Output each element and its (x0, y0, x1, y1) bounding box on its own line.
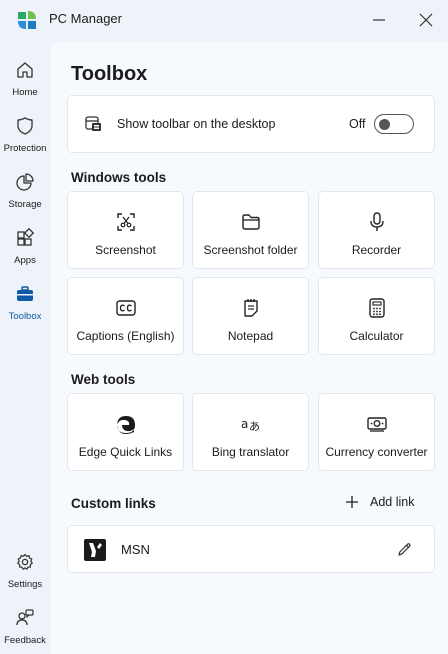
tool-notepad[interactable]: Notepad (192, 277, 309, 355)
tile-label: Calculator (349, 329, 404, 343)
tool-screenshot-folder[interactable]: Screenshot folder (192, 191, 309, 269)
sidebar-item-storage[interactable]: Storage (0, 172, 50, 228)
svg-text:あ: あ (249, 420, 260, 433)
web-tools-heading: Web tools (71, 372, 136, 387)
sidebar-item-settings[interactable]: Settings (0, 552, 50, 608)
add-link-button[interactable]: Add link (345, 495, 414, 509)
translator-icon: a あ (241, 417, 260, 433)
sidebar-item-label: Feedback (4, 635, 46, 646)
sidebar-item-label: Storage (8, 199, 42, 210)
desktop-toolbar-icon (85, 116, 101, 131)
custom-link-msn[interactable]: MSN (67, 525, 435, 573)
tool-currency-converter[interactable]: Currency converter (318, 393, 435, 471)
sidebar-item-label: Toolbox (8, 311, 42, 322)
windows-tools-heading: Windows tools (71, 170, 167, 185)
tile-label: Screenshot folder (203, 243, 298, 257)
home-icon (17, 62, 33, 78)
apps-grid-icon (17, 228, 35, 246)
tile-label: Recorder (351, 243, 402, 257)
custom-links-heading: Custom links (71, 496, 156, 511)
calculator-icon (368, 298, 385, 318)
sidebar: Home Protection Storage Apps Toolbox Set… (0, 40, 50, 654)
minimize-button[interactable] (367, 8, 391, 32)
show-toolbar-toggle[interactable] (374, 114, 414, 134)
tool-recorder[interactable]: Recorder (318, 191, 435, 269)
msn-logo (84, 539, 106, 561)
tile-label: Captions (English) (76, 329, 175, 343)
close-button[interactable] (414, 8, 438, 32)
main-panel: Toolbox Show toolbar on the desktop Off … (50, 42, 448, 654)
shield-icon (17, 117, 33, 135)
tool-captions[interactable]: Captions (English) (67, 277, 184, 355)
tile-label: Bing translator (211, 445, 290, 459)
tile-label: Edge Quick Links (78, 445, 173, 459)
currency-icon (366, 417, 387, 432)
title-bar: PC Manager (0, 0, 448, 40)
gear-icon (17, 553, 33, 570)
add-link-label: Add link (370, 495, 415, 509)
tool-calculator[interactable]: Calculator (318, 277, 435, 355)
tile-label: Currency converter (325, 445, 428, 459)
sidebar-item-label: Home (12, 87, 38, 98)
tile-label: Notepad (227, 329, 274, 343)
pie-chart-icon (16, 173, 34, 191)
sidebar-item-label: Apps (14, 255, 36, 266)
folder-icon (241, 214, 260, 230)
toolbar-setting-label: Show toolbar on the desktop (117, 117, 276, 131)
tool-bing-translator[interactable]: a あ Bing translator (192, 393, 309, 471)
toolbar-setting-card: Show toolbar on the desktop Off (67, 95, 435, 153)
screenshot-icon (116, 213, 135, 231)
svg-text:a: a (241, 417, 248, 431)
captions-icon (115, 300, 136, 316)
sidebar-item-protection[interactable]: Protection (0, 116, 50, 172)
toggle-knob (379, 118, 390, 130)
sidebar-item-apps[interactable]: Apps (0, 228, 50, 284)
notepad-icon (243, 299, 258, 317)
sidebar-item-label: Protection (3, 143, 47, 154)
edge-icon (116, 416, 135, 434)
feedback-icon (16, 609, 34, 626)
sidebar-item-feedback[interactable]: Feedback (0, 608, 50, 654)
custom-link-label: MSN (121, 542, 150, 557)
tool-edge-quick-links[interactable]: Edge Quick Links (67, 393, 184, 471)
sidebar-item-home[interactable]: Home (0, 60, 50, 116)
plus-icon (346, 496, 358, 508)
pc-manager-logo (18, 11, 36, 29)
toggle-state-label: Off (349, 117, 366, 131)
sidebar-item-toolbox[interactable]: Toolbox (0, 284, 50, 340)
tile-label: Screenshot (95, 243, 156, 257)
sidebar-item-label: Settings (7, 579, 43, 590)
edit-icon[interactable] (397, 542, 412, 557)
tool-screenshot[interactable]: Screenshot (67, 191, 184, 269)
microphone-icon (369, 212, 384, 231)
toolbox-icon (17, 286, 33, 301)
page-title: Toolbox (71, 63, 148, 85)
app-title: PC Manager (49, 11, 122, 26)
